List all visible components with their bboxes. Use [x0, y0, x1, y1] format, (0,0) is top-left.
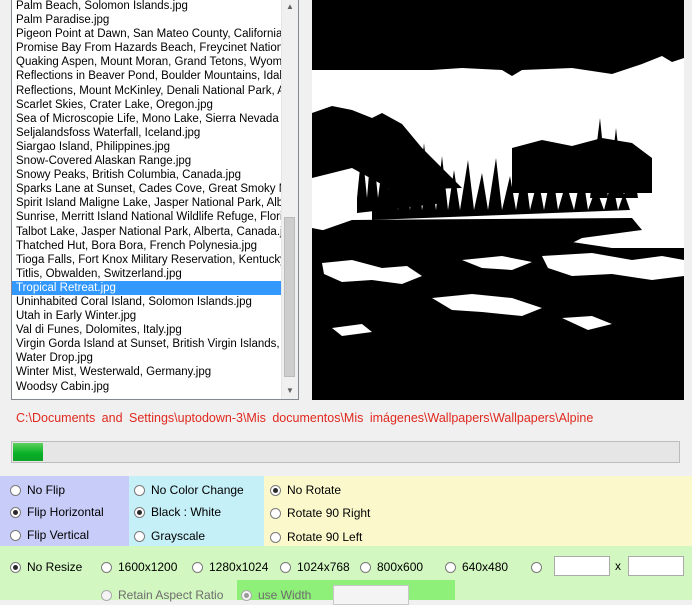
custom-height-input[interactable]	[628, 556, 684, 576]
radio-no-flip[interactable]	[10, 485, 21, 496]
chevron-down-icon[interactable]: ▼	[282, 383, 298, 399]
file-list-item[interactable]: Pigeon Point at Dawn, San Mateo County, …	[12, 27, 282, 41]
use-width-option[interactable]: use Width	[241, 587, 311, 603]
no-resize-option[interactable]: No Resize	[10, 559, 82, 575]
file-list-item[interactable]: Winter Mist, Westerwald, Germany.jpg	[12, 365, 282, 379]
rotate-options-panel: No Rotate Rotate 90 Right Rotate 90 Left	[264, 476, 692, 546]
image-preview	[312, 0, 684, 400]
radio-rotate-90-left[interactable]	[270, 532, 281, 543]
radio-640x480[interactable]	[445, 562, 456, 573]
chevron-up-icon[interactable]: ▲	[282, 0, 298, 15]
file-list-item[interactable]: Spirit Island Maligne Lake, Jasper Natio…	[12, 196, 282, 210]
radio-retain-aspect-ratio[interactable]	[101, 590, 112, 601]
file-list-item[interactable]: Talbot Lake, Jasper National Park, Alber…	[12, 225, 282, 239]
black-white-option[interactable]: Black : White	[134, 504, 221, 520]
radio-flip-horizontal[interactable]	[10, 507, 21, 518]
file-list-item[interactable]: Scarlet Skies, Crater Lake, Oregon.jpg	[12, 98, 282, 112]
radio-black-white[interactable]	[134, 507, 145, 518]
file-list-item[interactable]: Promise Bay From Hazards Beach, Freycine…	[12, 41, 282, 55]
file-list-item[interactable]: Palm Paradise.jpg	[12, 13, 282, 27]
no-flip-option[interactable]: No Flip	[10, 482, 65, 498]
flip-horizontal-option[interactable]: Flip Horizontal	[10, 504, 104, 520]
file-list-item[interactable]: Seljalandsfoss Waterfall, Iceland.jpg	[12, 126, 282, 140]
no-color-change-option[interactable]: No Color Change	[134, 482, 244, 498]
file-list-item[interactable]: Quaking Aspen, Mount Moran, Grand Tetons…	[12, 55, 282, 69]
file-list-item[interactable]: Sea of Microscopie Life, Mono Lake, Sier…	[12, 112, 282, 126]
resize-1600x1200-option[interactable]: 1600x1200	[101, 559, 177, 575]
rotate-90-left-option[interactable]: Rotate 90 Left	[270, 529, 362, 545]
file-list-item[interactable]: Water Drop.jpg	[12, 351, 282, 365]
resize-640x480-option[interactable]: 640x480	[445, 559, 508, 575]
radio-custom-size[interactable]	[531, 562, 542, 573]
radio-1600x1200[interactable]	[101, 562, 112, 573]
resize-1280x1024-option[interactable]: 1280x1024	[192, 559, 268, 575]
flip-options-panel: No Flip Flip Horizontal Flip Vertical	[0, 476, 129, 546]
file-list-item[interactable]: Snowy Peaks, British Columbia, Canada.jp…	[12, 168, 282, 182]
file-list-item[interactable]: Tropical Retreat.jpg	[12, 280, 282, 295]
folder-path-label: C:\Documents and Settings\uptodown-3\Mis…	[16, 411, 594, 425]
file-list-item[interactable]: Sunrise, Merritt Island National Wildlif…	[12, 210, 282, 224]
file-list-item[interactable]: Reflections in Beaver Pond, Boulder Moun…	[12, 69, 282, 83]
resize-800x600-option[interactable]: 800x600	[360, 559, 423, 575]
file-list-item[interactable]: Titlis, Obwalden, Switzerland.jpg	[12, 267, 282, 281]
radio-no-resize[interactable]	[10, 562, 21, 573]
radio-1280x1024[interactable]	[192, 562, 203, 573]
file-list-item[interactable]: Siargao Island, Philippines.jpg	[12, 140, 282, 154]
no-rotate-option[interactable]: No Rotate	[270, 482, 341, 498]
use-width-input[interactable]	[333, 585, 409, 605]
radio-1024x768[interactable]	[280, 562, 291, 573]
preview-image	[312, 56, 684, 400]
file-list-item[interactable]: Tioga Falls, Fort Knox Military Reservat…	[12, 253, 282, 267]
progress-fill	[13, 443, 43, 461]
file-list-item[interactable]: Sparks Lane at Sunset, Cades Cove, Great…	[12, 182, 282, 196]
file-list-scrollbar[interactable]: ▲ ▼	[281, 0, 298, 399]
file-list-item[interactable]: Utah in Early Winter.jpg	[12, 309, 282, 323]
scrollbar-thumb[interactable]	[284, 217, 295, 377]
rotate-90-right-option[interactable]: Rotate 90 Right	[270, 505, 370, 521]
file-list[interactable]: Palm Beach, Solomon Islands.jpg Palm Para…	[11, 0, 299, 400]
file-list-item[interactable]: Palm Beach, Solomon Islands.jpg	[12, 0, 282, 13]
file-list-items: Palm Beach, Solomon Islands.jpg Palm Para…	[12, 0, 282, 399]
radio-no-rotate[interactable]	[270, 485, 281, 496]
color-options-panel: No Color Change Black : White Grayscale	[129, 476, 264, 546]
file-list-item[interactable]: Woodsy Cabin.jpg	[12, 380, 282, 394]
flip-vertical-option[interactable]: Flip Vertical	[10, 527, 89, 543]
radio-800x600[interactable]	[360, 562, 371, 573]
radio-flip-vertical[interactable]	[10, 530, 21, 541]
resize-1024x768-option[interactable]: 1024x768	[280, 559, 350, 575]
radio-rotate-90-right[interactable]	[270, 508, 281, 519]
custom-width-input[interactable]	[554, 556, 610, 576]
grayscale-option[interactable]: Grayscale	[134, 528, 205, 544]
radio-no-color-change[interactable]	[134, 485, 145, 496]
file-list-item[interactable]: Reflections, Mount McKinley, Denali Nati…	[12, 84, 282, 98]
custom-size-option[interactable]	[531, 559, 548, 575]
file-list-item[interactable]: Uninhabited Coral Island, Solomon Island…	[12, 295, 282, 309]
file-list-item[interactable]: Snow-Covered Alaskan Range.jpg	[12, 154, 282, 168]
size-separator-label: x	[615, 559, 621, 573]
file-list-item[interactable]: Virgin Gorda Island at Sunset, British V…	[12, 337, 282, 351]
progress-bar	[11, 441, 680, 463]
radio-grayscale[interactable]	[134, 531, 145, 542]
use-width-panel: use Width	[237, 580, 455, 605]
radio-use-width[interactable]	[241, 590, 252, 601]
retain-aspect-ratio-option[interactable]: Retain Aspect Ratio	[101, 587, 223, 603]
file-list-item[interactable]: Thatched Hut, Bora Bora, French Polynesi…	[12, 239, 282, 253]
file-list-item[interactable]: Val di Funes, Dolomites, Italy.jpg	[12, 323, 282, 337]
